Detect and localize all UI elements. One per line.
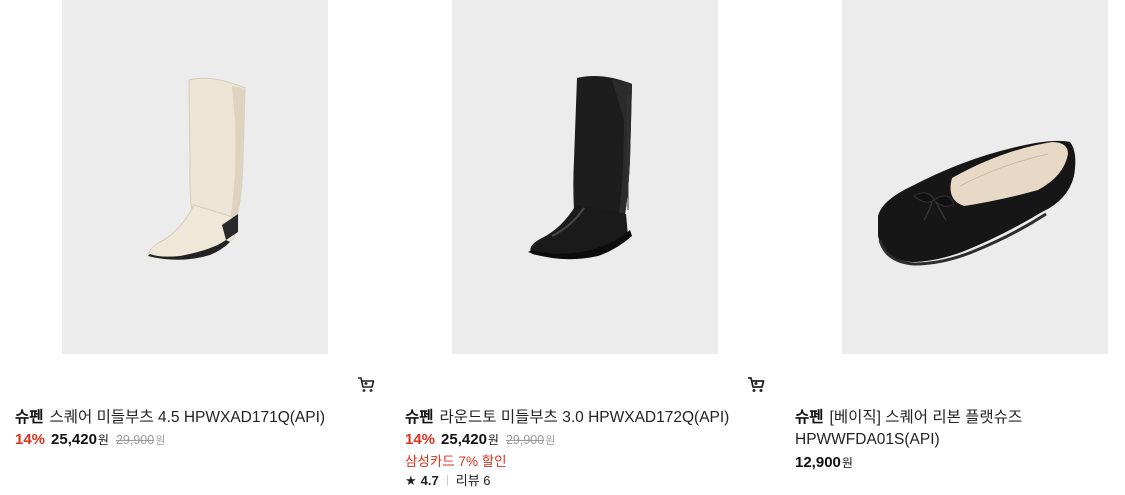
black-boot-image [528, 76, 632, 260]
original-price: 29,900 [505, 433, 545, 447]
star-icon: ★ [405, 473, 417, 488]
product-card[interactable]: 슈펜 라운드토 미들부츠 3.0 HPWXAD172Q(API) 14% 25,42… [405, 0, 765, 495]
product-card[interactable]: 슈펜 스퀘어 미들부츠 4.5 HPWXAD171Q(API) 14% 25,420… [15, 0, 375, 495]
product-image[interactable] [62, 0, 328, 354]
review-count[interactable]: 리뷰 6 [456, 473, 491, 488]
product-image[interactable] [842, 0, 1108, 354]
product-image[interactable] [452, 0, 718, 354]
cart-icon[interactable] [746, 375, 766, 395]
price-row: 12,900원 [795, 453, 860, 473]
brand-name: 슈펜 [405, 409, 434, 426]
rating-value: 4.7 [420, 473, 439, 488]
price-row: 14% 25,420원 29,900원 [405, 430, 555, 451]
discount-rate: 14% [405, 431, 436, 448]
product-card[interactable]: 슈펜 [베이직] 스퀘어 리본 플랫슈즈 HPWWFDA01S(API) 12,9… [795, 0, 1125, 495]
original-price: 29,900 [115, 433, 155, 447]
black-flat-image [878, 140, 1076, 266]
original-currency-label: 원 [545, 435, 556, 447]
product-name-line1: [베이직] 스퀘어 리본 플랫슈즈 [829, 409, 1023, 426]
rating-row: ★ 4.7 리뷰 6 [405, 472, 491, 490]
currency-label: 원 [841, 456, 853, 470]
brand-name: 슈펜 [795, 409, 824, 426]
discount-rate: 14% [15, 431, 46, 448]
product-name: 스퀘어 미들부츠 4.5 HPWXAD171Q(API) [49, 409, 326, 426]
price-row: 14% 25,420원 29,900원 [15, 430, 165, 451]
product-title[interactable]: 슈펜 스퀘어 미들부츠 4.5 HPWXAD171Q(API) [15, 407, 370, 429]
card-discount-promo: 삼성카드 7% 할인 [405, 454, 507, 469]
divider [446, 475, 448, 486]
sale-price: 25,420 [441, 431, 487, 448]
original-currency-label: 원 [155, 435, 166, 447]
brand-name: 슈펜 [15, 409, 44, 426]
currency-label: 원 [487, 433, 499, 447]
product-title[interactable]: 슈펜 [베이직] 스퀘어 리본 플랫슈즈 HPWWFDA01S(API) [795, 407, 1125, 451]
product-name-line2: HPWWFDA01S(API) [795, 431, 940, 448]
product-name: 라운드토 미들부츠 3.0 HPWXAD172Q(API) [439, 409, 730, 426]
product-title[interactable]: 슈펜 라운드토 미들부츠 3.0 HPWXAD172Q(API) [405, 407, 760, 429]
sale-price: 12,900 [795, 454, 841, 471]
sale-price: 25,420 [51, 431, 97, 448]
cart-icon[interactable] [356, 375, 376, 395]
ivory-boot-image [148, 77, 246, 260]
currency-label: 원 [97, 433, 109, 447]
